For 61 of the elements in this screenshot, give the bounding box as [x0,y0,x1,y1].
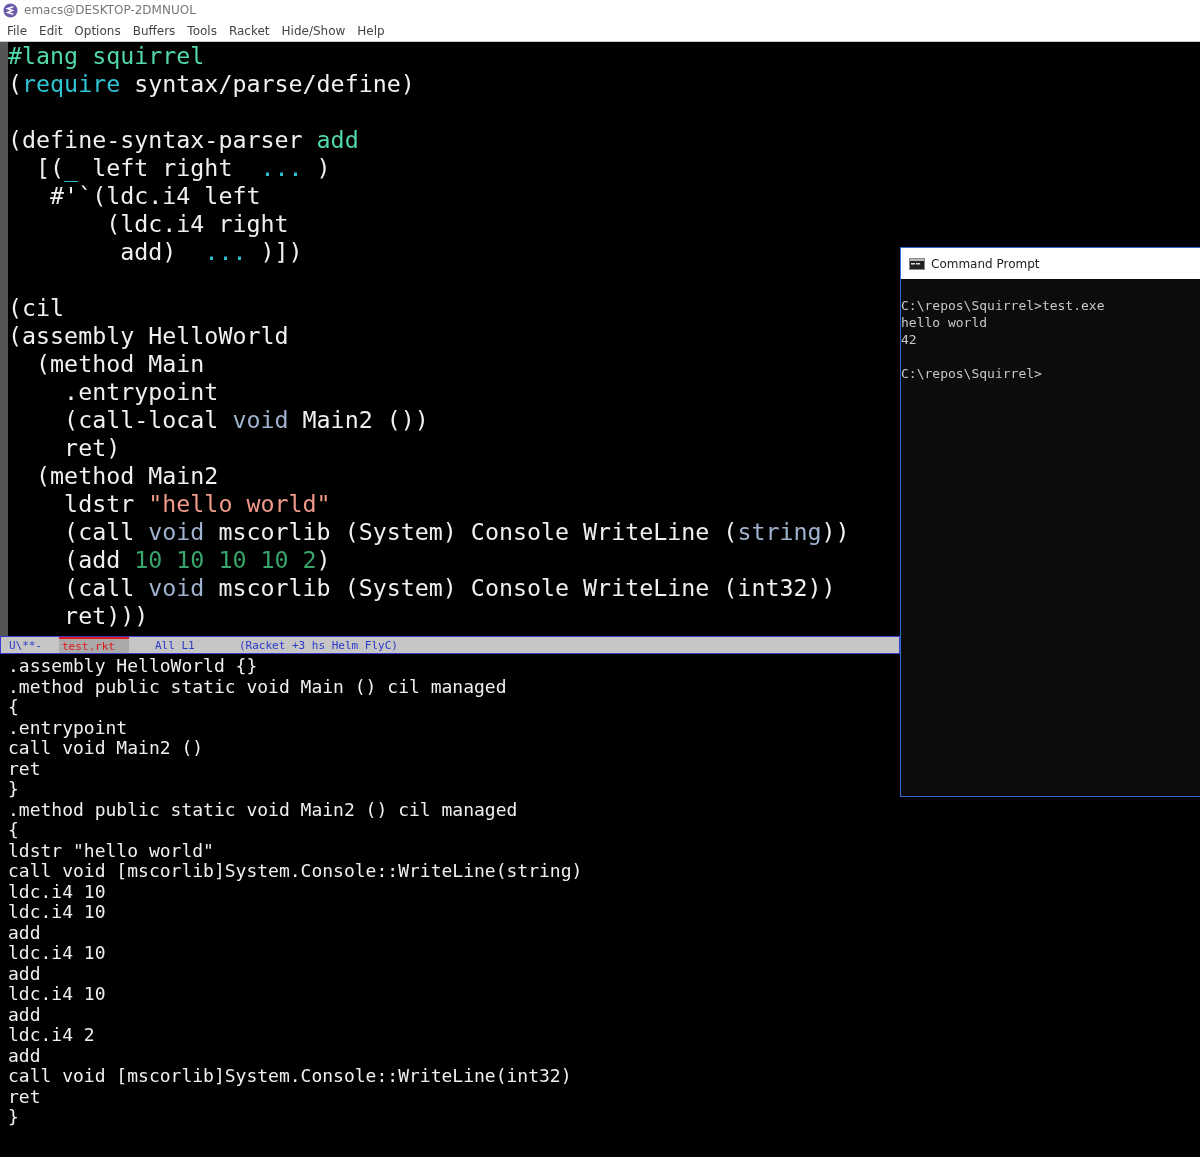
code-line: (method Main2 [35,462,220,490]
code-line: (add 10 10 10 10 2) [63,546,332,574]
code-line: add [7,963,42,984]
code-line: } [7,779,20,800]
code-line: (method Main [35,350,206,378]
code-line: #lang squirrel [8,42,206,70]
buffer-name: test.rkt [59,637,129,653]
console-line: hello world [901,314,989,331]
code-line: ldc.i4 10 [7,881,107,902]
code-line: ret) [63,434,122,462]
mode-list: (Racket +3 hs Helm FlyC) [239,638,398,652]
window-title: emacs@DESKTOP-2DMNUOL [24,3,196,17]
code-line: ldc.i4 10 [7,943,107,964]
code-line: ldstr "hello world" [63,490,332,518]
code-line: call void [mscorlib]System.Console::WriteLine(string) [7,861,584,882]
code-line: (call void mscorlib (System) Console WriteLine (int32)) [63,574,837,602]
code-line: add [7,922,42,943]
code-line: ret [7,1086,42,1107]
code-line: ldc.i4 10 [7,902,107,923]
code-line: ldstr "hello world" [7,840,215,861]
menu-item[interactable]: Help [352,23,390,38]
code-line: .entrypoint [63,378,220,406]
terminal-icon [909,257,925,270]
code-line: (define-syntax-parser add [8,126,360,154]
code-line: } [7,1107,20,1128]
code-line: { [7,697,20,718]
menu-item[interactable]: Buffers [127,23,181,38]
code-line: call void [mscorlib]System.Console::WriteLine(int32) [7,1066,573,1087]
menu-item[interactable]: Tools [182,23,222,38]
code-line: (require syntax/parse/define) [8,70,416,98]
code-line: (assembly HelloWorld [8,322,290,350]
console-prompt: C:\repos\Squirrel> [901,365,1043,382]
menu-item[interactable]: File [2,23,33,38]
code-line: ret))) [63,602,150,630]
console-line: 42 [901,331,918,348]
code-line: { [7,820,20,841]
code-line: ldc.i4 2 [7,1025,96,1046]
code-line: add [7,1045,42,1066]
buffer-state: U\**- [8,638,44,652]
code-line: call void Main2 () [7,738,205,759]
code-line: ret [7,758,42,779]
menu-item[interactable]: Edit [34,23,68,38]
code-line: (call-local void Main2 ()) [63,406,430,434]
menu-item[interactable]: Racket [223,23,275,38]
code-line: .entrypoint [7,717,129,738]
code-line: (cil [8,294,66,322]
code-line: .method public static void Main () cil managed [7,676,508,697]
buffer-position: All L1 [155,638,196,652]
code-line: add [7,1004,42,1025]
code-line: (ldc.i4 right [105,210,290,238]
console-line: C:\repos\Squirrel>test.exe [901,297,1106,314]
code-line: .method public static void Main2 () cil managed [7,799,519,820]
code-line: (call void mscorlib (System) Console WriteLine (string)) [63,518,851,546]
menu-item[interactable]: Hide/Show [276,23,351,38]
menu-item[interactable]: Options [69,23,126,38]
code-line: add) ... )]) [119,238,304,266]
code-line: [(_ left right ... ) [35,154,332,182]
code-line: ldc.i4 10 [7,984,107,1005]
code-line: #'`(ldc.i4 left [49,182,262,210]
code-line: .assembly HelloWorld {} [7,656,259,677]
window-title: Command Prompt [931,256,1040,271]
